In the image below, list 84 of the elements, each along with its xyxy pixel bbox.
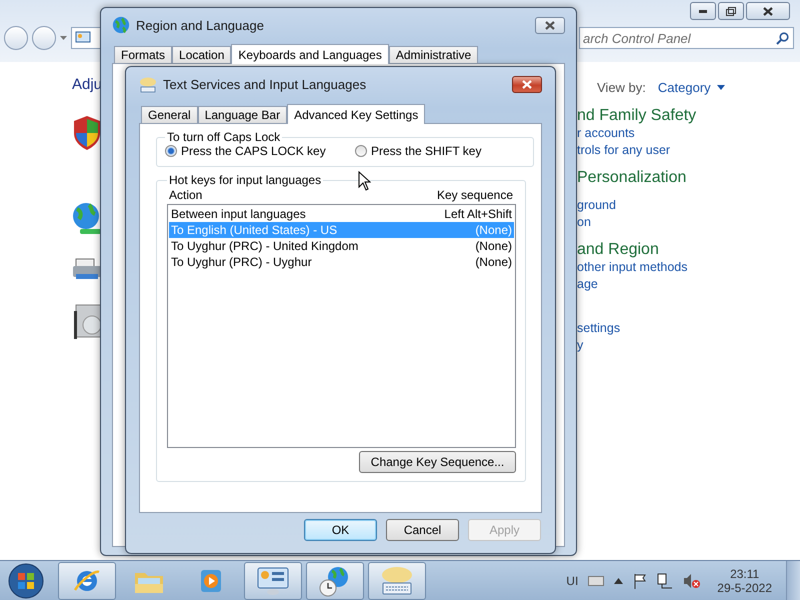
dialog-button[interactable]: Cancel [386,519,459,541]
list-row[interactable]: To Uyghur (PRC) - Uyghur (None) [169,254,514,270]
show-hidden-icons-icon [614,578,624,584]
close-button[interactable] [535,16,565,34]
caret-icon [716,85,725,90]
tab[interactable]: Keyboards and Languages [231,44,389,64]
minimize-button[interactable] [690,2,716,20]
close-button[interactable] [512,76,542,93]
key-sequence-text: (None) [475,223,512,237]
network-icon [657,572,674,588]
column-header: Action [169,188,202,202]
category-link[interactable]: age [577,276,800,293]
search-icon [776,32,789,44]
tab[interactable]: Location [172,46,232,63]
back-button[interactable] [4,26,28,50]
category-link[interactable]: y [577,337,800,354]
clock-time[interactable]: 23:11 [730,566,760,580]
group-title: To turn off Caps Lock [166,130,282,144]
cursor-icon [358,171,371,191]
taskbar-button[interactable] [368,562,426,600]
radio-label: Press the SHIFT key [371,144,482,158]
keyboard-bubble-icon [139,76,157,92]
keyboard-icon [588,576,604,586]
close-icon [763,6,773,16]
language-indicator[interactable]: UI [566,574,578,588]
category-title[interactable]: nd Family Safety [577,107,800,125]
speaker-muted-icon [683,572,702,588]
globe-icon [72,201,102,235]
tab[interactable]: Advanced Key Settings [287,104,426,124]
key-sequence-text: Left Alt+Shift [444,207,512,221]
change-key-sequence-button[interactable]: Change Key Sequence... [359,451,516,473]
dropdown-icon [60,36,67,40]
forward-button[interactable] [32,26,56,50]
show-desktop-button[interactable] [786,560,800,600]
flag-icon [633,572,648,588]
close-icon [522,80,532,89]
window-title: Region and Language [136,18,265,32]
category-dropdown[interactable]: Category [658,80,725,95]
action-text: To Uyghur (PRC) - Uyghur [171,255,312,269]
shield-icon [72,115,102,151]
list-row[interactable]: To Uyghur (PRC) - United Kingdom (None) [169,238,514,254]
taskbar-button[interactable] [58,562,116,600]
radio-button[interactable] [355,145,367,157]
control-panel-icon [256,566,290,596]
window-title: Text Services and Input Languages [163,77,368,92]
action-text: To English (United States) - US [171,223,338,237]
close-button[interactable] [746,2,790,20]
action-text: To Uyghur (PRC) - United Kingdom [171,239,358,253]
taskbar-button[interactable] [306,562,364,600]
key-sequence-text: (None) [475,239,512,253]
radio-button[interactable] [165,145,177,157]
close-icon [545,20,555,30]
control-panel-icon [75,31,91,45]
key-sequence-text: (None) [475,255,512,269]
globe-icon [112,16,130,34]
radio-label: Press the CAPS LOCK key [181,144,326,158]
view-by-label: View by: [597,80,646,95]
category-title[interactable]: Personalization [577,169,800,187]
group-title: Hot keys for input languages [168,173,322,187]
keyboard-bubble-icon [379,564,415,596]
clock-date[interactable]: 29-5-2022 [717,580,772,594]
search-field[interactable]: arch Control Panel [579,27,794,49]
category-link[interactable]: settings [577,320,800,337]
tab[interactable]: Language Bar [198,106,288,123]
category-title[interactable]: and Region [577,241,800,259]
start-orb-icon [8,562,44,598]
dialog-button[interactable]: OK [304,519,377,541]
restore-button[interactable] [718,2,744,20]
category-link[interactable]: on [577,214,800,231]
tab[interactable]: General [141,106,198,123]
list-row[interactable]: Between input languages Left Alt+Shift [169,206,514,222]
tab[interactable]: Formats [114,46,172,63]
minimize-icon [699,10,707,12]
taskbar-button[interactable] [244,562,302,600]
category-link[interactable]: ground [577,197,800,214]
category-link[interactable]: trols for any user [577,142,800,159]
category-link[interactable]: other input methods [577,259,800,276]
restore-icon [726,6,736,16]
action-text: Between input languages [171,207,306,221]
start-button[interactable] [6,562,46,598]
column-header: Key sequence [436,188,513,202]
tab[interactable]: Administrative [388,46,478,63]
category-link[interactable]: r accounts [577,125,800,142]
search-placeholder: arch Control Panel [583,30,691,46]
